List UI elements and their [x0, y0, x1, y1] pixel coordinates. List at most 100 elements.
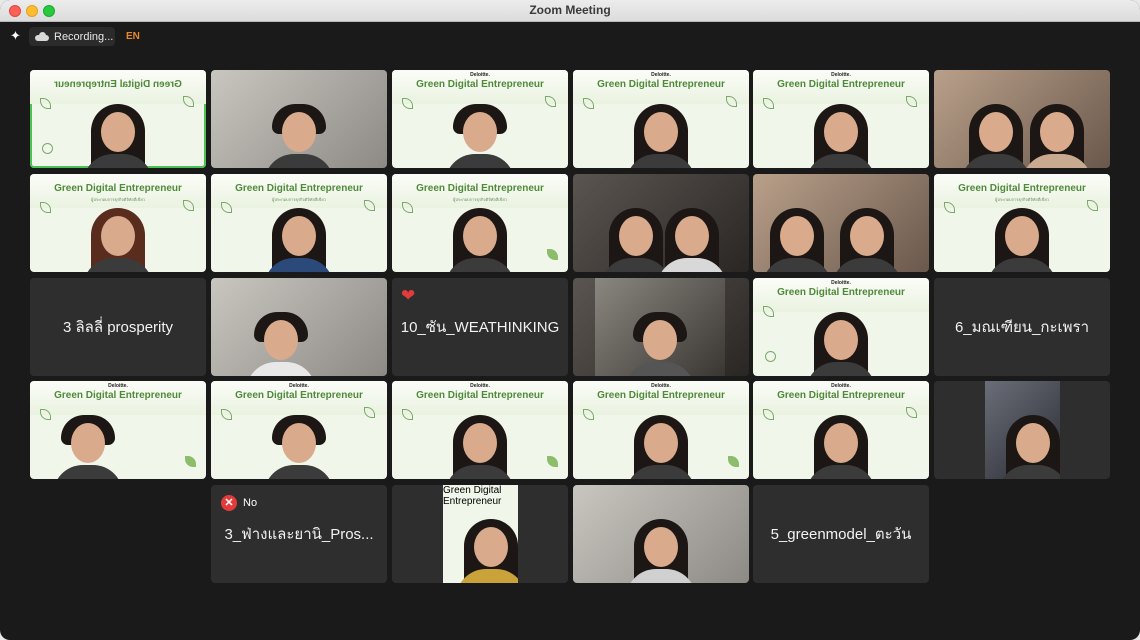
- title-bar: Zoom Meeting: [0, 0, 1140, 22]
- slide-title: Green Digital Entrepreneur: [443, 485, 502, 507]
- close-icon: ✕: [221, 495, 237, 511]
- participant-tile[interactable]: Deloitte. Green Digital Entrepreneur: [753, 70, 929, 168]
- slide-title: Green Digital Entrepreneur: [54, 79, 182, 90]
- participant-video: [806, 409, 876, 479]
- participant-video: [83, 202, 153, 272]
- slide-title: Green Digital Entrepreneur: [54, 390, 182, 401]
- participant-video: [626, 513, 696, 583]
- sparkle-icon[interactable]: ✦: [10, 28, 21, 44]
- participant-tile[interactable]: [573, 174, 749, 272]
- slide-title: Green Digital Entrepreneur: [777, 79, 905, 90]
- participant-video: [455, 513, 518, 583]
- participant-video: [987, 202, 1057, 272]
- participant-video: [264, 202, 334, 272]
- recording-label: Recording...: [54, 30, 114, 43]
- participant-name: 5_greenmodel_ตะวัน: [770, 526, 912, 543]
- slide-title: Green Digital Entrepreneur: [235, 390, 363, 401]
- participant-tile[interactable]: [211, 70, 387, 168]
- participant-video: [246, 306, 317, 376]
- participant-video: [657, 202, 728, 272]
- participant-tile[interactable]: Deloitte. Green Digital Entrepreneur: [211, 381, 387, 479]
- participant-name: 3_ฟ่างและยานิ_Pros...: [224, 526, 374, 543]
- slide-logo: Deloitte.: [651, 383, 671, 389]
- participant-video: [83, 98, 153, 168]
- slide-logo: Deloitte.: [651, 72, 671, 78]
- slide-title: Green Digital Entrepreneur: [235, 183, 363, 194]
- participant-video: [1022, 98, 1093, 168]
- participant-tile[interactable]: [934, 381, 1110, 479]
- participant-tile[interactable]: Green Digital Entrepreneur: [392, 485, 568, 583]
- leaf-icon: [765, 351, 776, 362]
- slide-title: Green Digital Entrepreneur: [958, 183, 1086, 194]
- participant-name: 10_ซัน_WEATHINKING: [400, 319, 560, 336]
- participant-video: [762, 202, 832, 272]
- slide-logo: Deloitte.: [470, 383, 490, 389]
- meeting-toolbar: ✦ Recording... EN: [0, 22, 1140, 50]
- slide-logo: Deloitte.: [289, 383, 309, 389]
- participant-tile[interactable]: Deloitte. Green Digital Entrepreneur: [753, 278, 929, 376]
- slide-title: Green Digital Entrepreneur: [777, 390, 905, 401]
- participant-tile[interactable]: Green Digital Entrepreneur: [30, 70, 206, 168]
- leaf-icon: [42, 143, 53, 154]
- slide-title: Green Digital Entrepreneur: [777, 287, 905, 298]
- leaf-icon: [728, 456, 739, 467]
- participant-tile[interactable]: Green Digital Entrepreneur ผู้ประกอบการธ…: [211, 174, 387, 272]
- participant-tile[interactable]: ✕ No 3_ฟ่างและยานิ_Pros...: [211, 485, 387, 583]
- participant-tile[interactable]: ❤ 10_ซัน_WEATHINKING: [392, 278, 568, 376]
- participant-video: [600, 202, 671, 272]
- participant-video: [53, 409, 124, 479]
- window-title: Zoom Meeting: [529, 3, 611, 17]
- participant-tile[interactable]: Deloitte. Green Digital Entrepreneur: [573, 70, 749, 168]
- participant-video: [264, 409, 334, 479]
- participant-tile[interactable]: Deloitte. Green Digital Entrepreneur: [753, 381, 929, 479]
- cloud-icon: [35, 32, 49, 41]
- participant-tile[interactable]: Green Digital Entrepreneur ผู้ประกอบการธ…: [30, 174, 206, 272]
- participant-tile[interactable]: [573, 485, 749, 583]
- participant-video: [445, 409, 515, 479]
- participant-video: [445, 202, 515, 272]
- zoom-window: Zoom Meeting ✦ Recording... EN Green Dig…: [0, 0, 1140, 640]
- participant-tile[interactable]: [211, 278, 387, 376]
- language-indicator[interactable]: EN: [126, 31, 140, 42]
- participant-video: [806, 98, 876, 168]
- participant-video: [806, 306, 876, 376]
- no-reaction-badge: ✕ No: [221, 495, 257, 511]
- participant-tile[interactable]: Deloitte. Green Digital Entrepreneur: [30, 381, 206, 479]
- no-reaction-label: No: [243, 497, 258, 509]
- participant-tile[interactable]: [934, 70, 1110, 168]
- leaf-icon: [547, 249, 558, 260]
- slide-logo: Deloitte.: [108, 383, 128, 389]
- slide-logo: Deloitte.: [470, 72, 490, 78]
- slide-title: Green Digital Entrepreneur: [416, 183, 544, 194]
- participant-tile[interactable]: Deloitte. Green Digital Entrepreneur: [392, 70, 568, 168]
- slide-title: Green Digital Entrepreneur: [416, 79, 544, 90]
- participant-tile[interactable]: [753, 174, 929, 272]
- leaf-icon: [547, 456, 558, 467]
- participant-video: [960, 98, 1031, 168]
- participant-video: [264, 98, 334, 168]
- participant-tile[interactable]: 3 ลิลลี่ prosperity: [30, 278, 206, 376]
- participant-video: [997, 409, 1060, 479]
- participant-video: [626, 98, 696, 168]
- participant-tile[interactable]: 6_มณเฑียน_กะเพรา: [934, 278, 1110, 376]
- participant-video: [445, 98, 515, 168]
- participant-tile[interactable]: Green Digital Entrepreneur ผู้ประกอบการธ…: [392, 174, 568, 272]
- participant-name: 3 ลิลลี่ prosperity: [62, 319, 174, 336]
- slide-logo: Deloitte.: [831, 280, 851, 286]
- leaf-icon: [185, 456, 196, 467]
- recording-indicator[interactable]: Recording...: [29, 27, 115, 46]
- slide-title: Green Digital Entrepreneur: [597, 79, 725, 90]
- participant-tile[interactable]: Deloitte. Green Digital Entrepreneur: [392, 381, 568, 479]
- participant-tile[interactable]: [573, 278, 749, 376]
- participant-video: [625, 306, 695, 376]
- participant-tile[interactable]: Deloitte. Green Digital Entrepreneur: [573, 381, 749, 479]
- slide-title: Green Digital Entrepreneur: [54, 183, 182, 194]
- slide-title: Green Digital Entrepreneur: [597, 390, 725, 401]
- participant-tile[interactable]: Green Digital Entrepreneur ผู้ประกอบการธ…: [934, 174, 1110, 272]
- participant-video: [626, 409, 696, 479]
- slide-title: Green Digital Entrepreneur: [416, 390, 544, 401]
- participant-tile[interactable]: 5_greenmodel_ตะวัน: [753, 485, 929, 583]
- participant-name: 6_มณเฑียน_กะเพรา: [954, 319, 1090, 336]
- slide-logo: Deloitte.: [831, 383, 851, 389]
- participant-video: [832, 202, 903, 272]
